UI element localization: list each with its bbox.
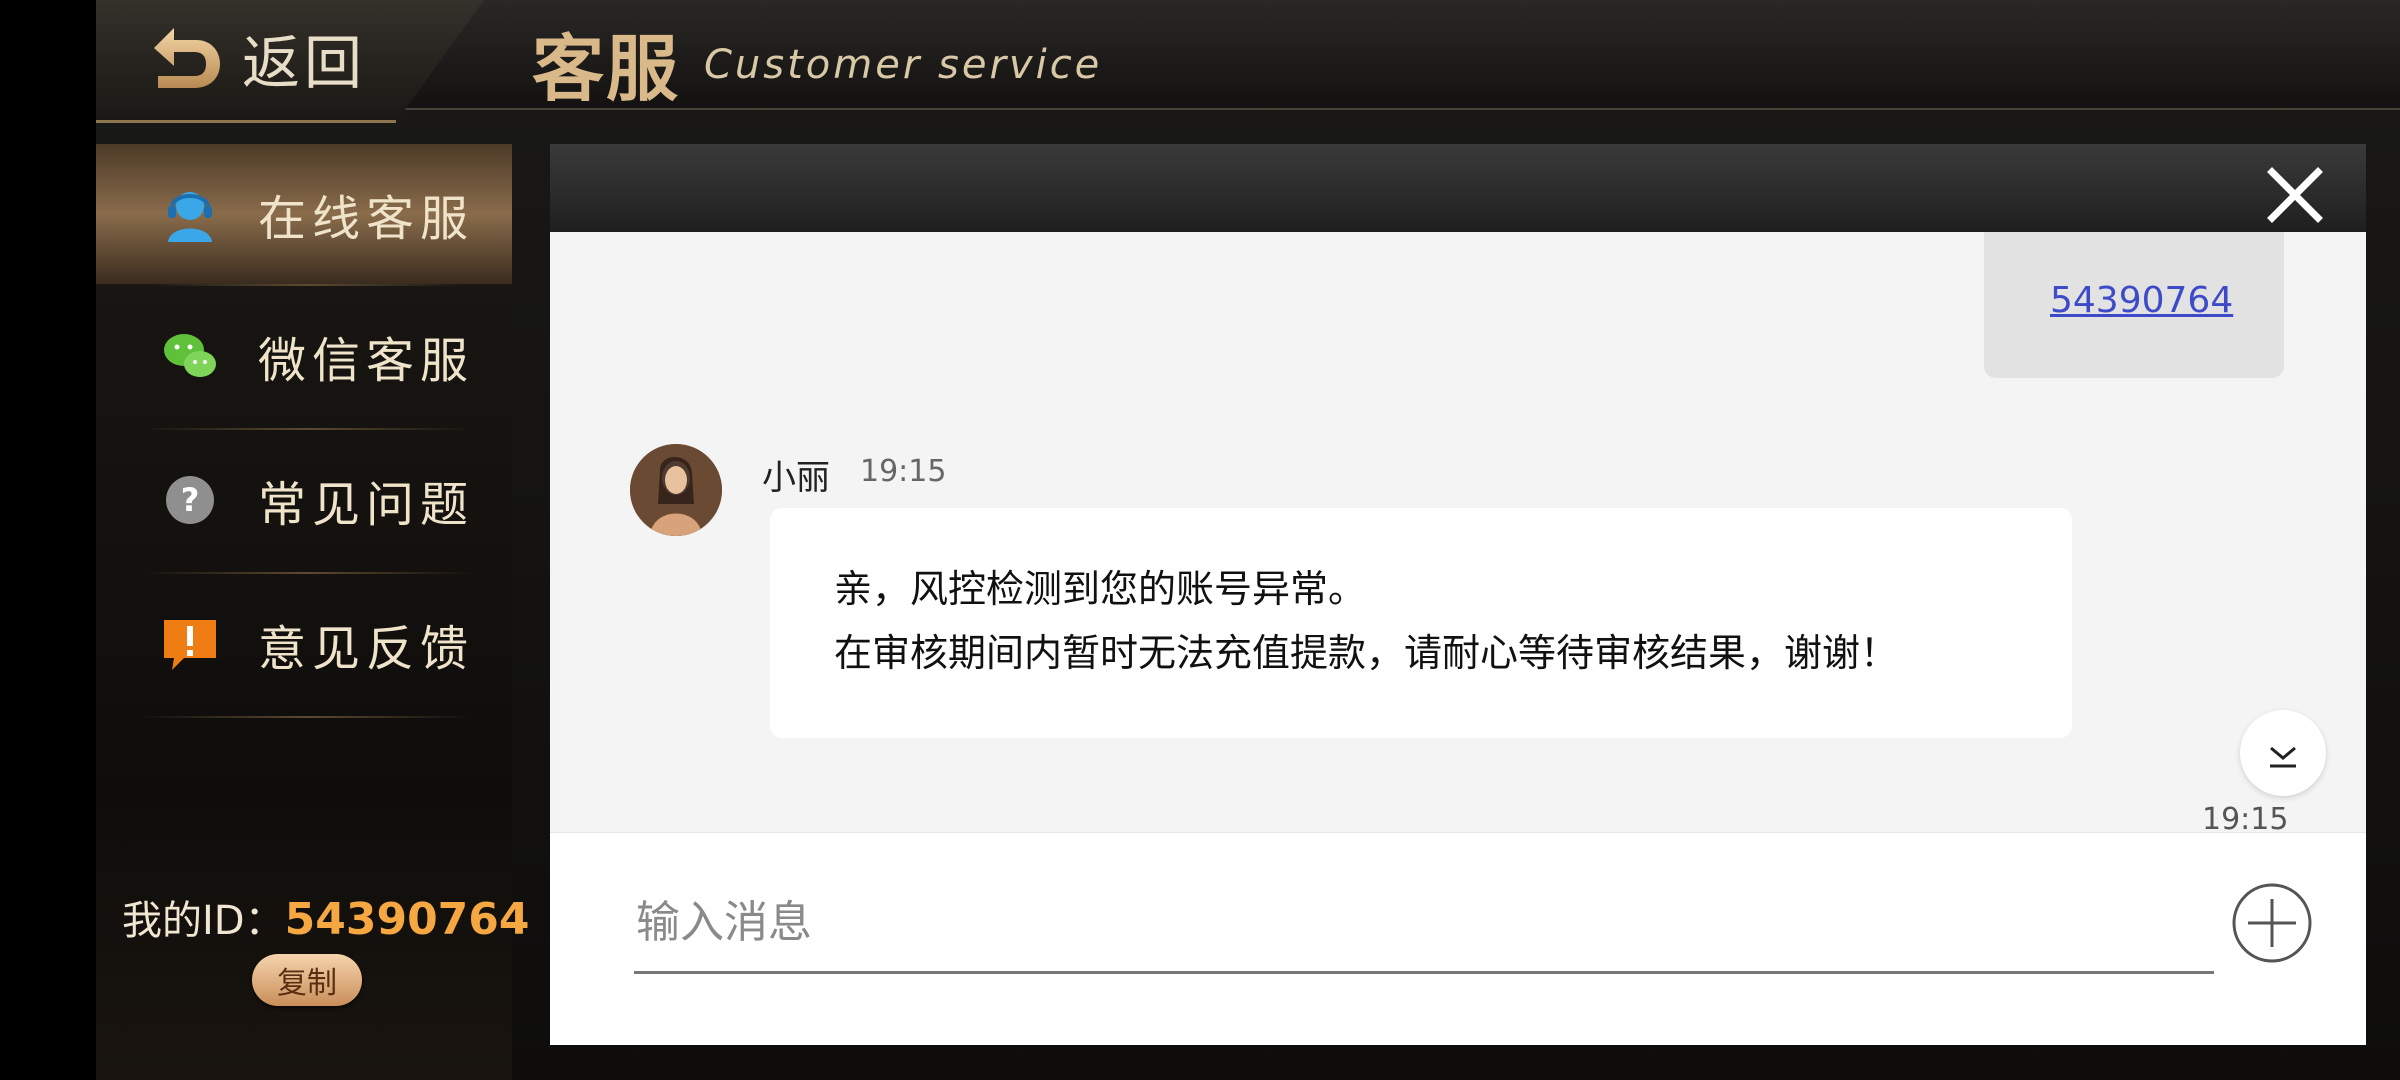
message-composer (550, 832, 2366, 1045)
headset-agent-icon (168, 192, 212, 242)
add-attachment-icon[interactable] (2230, 881, 2314, 965)
sidebar-item-wechat-service[interactable]: 微信客服 (96, 286, 512, 426)
scroll-to-bottom-button[interactable] (2240, 710, 2326, 796)
my-id-label: 我的ID： (122, 898, 285, 944)
sidebar-item-label: 意见反馈 (258, 621, 475, 677)
outgoing-message-link[interactable]: 54390764 (2050, 280, 2233, 321)
chat-top-bar (550, 144, 2366, 232)
back-label: 返回 (242, 29, 367, 97)
sender-name: 小丽 (762, 458, 830, 498)
incoming-message-bubble: 亲，风控检测到您的账号异常。 在审核期间内暂时无法充值提款，请耐心等待审核结果，… (770, 508, 2072, 738)
return-arrow-icon (154, 28, 220, 88)
feedback-exclamation-icon (164, 620, 216, 670)
customer-service-app: 返回 客服 Customer service 在线客服 微信客服 ? 常见问题 … (96, 0, 2400, 1080)
chat-panel: 54390764 小丽 19:15 亲，风控检测到您的账号异常。 在审核期间内暂… (550, 144, 2366, 1045)
sidebar-item-feedback[interactable]: 意见反馈 (96, 574, 512, 714)
sidebar-item-faq[interactable]: ? 常见问题 (96, 430, 512, 570)
close-icon[interactable] (2264, 164, 2326, 226)
message-input[interactable] (634, 873, 2214, 974)
chevron-down-icon (2270, 746, 2296, 768)
sidebar-item-label: 常见问题 (258, 477, 475, 533)
header-bar: 返回 客服 Customer service (96, 0, 2400, 123)
question-icon: ? (166, 476, 214, 524)
my-id-value: 54390764 (284, 894, 530, 945)
svg-text:?: ? (181, 481, 200, 519)
sidebar: 在线客服 微信客服 ? 常见问题 意见反馈 我的ID：54390764 复制 (96, 144, 530, 1080)
avatar[interactable] (630, 444, 722, 536)
back-button[interactable]: 返回 (144, 18, 366, 98)
message-list[interactable]: 54390764 小丽 19:15 亲，风控检测到您的账号异常。 在审核期间内暂… (550, 232, 2366, 832)
message-line: 在审核期间内暂时无法充值提款，请耐心等待审核结果，谢谢！ (834, 631, 1899, 675)
outgoing-message-bubble: 54390764 (1984, 232, 2284, 378)
copy-id-button[interactable]: 复制 (252, 954, 362, 1006)
divider (142, 716, 472, 718)
back-tab-underline (96, 120, 396, 123)
sidebar-item-online-service[interactable]: 在线客服 (96, 144, 512, 284)
page-title: 客服 (532, 27, 681, 111)
my-id: 我的ID：54390764 (122, 888, 530, 946)
wechat-icon (164, 334, 216, 377)
sidebar-item-label: 在线客服 (258, 191, 475, 247)
sidebar-item-label: 微信客服 (258, 333, 475, 389)
message-line: 亲，风控检测到您的账号异常。 (834, 567, 1367, 611)
avatar-portrait-icon (630, 444, 722, 536)
message-time: 19:15 (860, 454, 947, 489)
page-subtitle: Customer service (704, 42, 1103, 88)
